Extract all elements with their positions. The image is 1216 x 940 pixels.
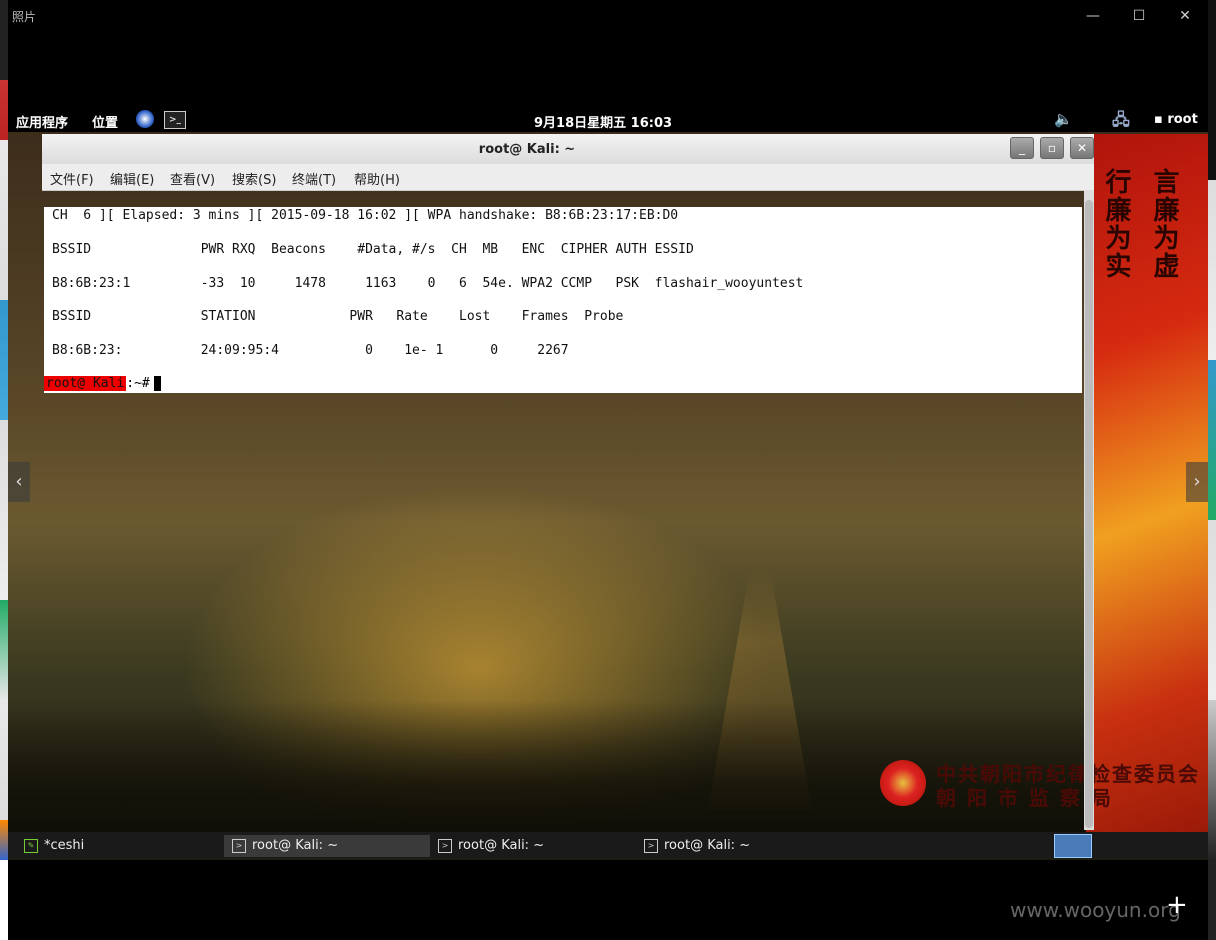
host-desktop-right-edge	[1208, 0, 1216, 940]
task-ceshi[interactable]: ✎ *ceshi	[16, 835, 234, 857]
user-menu[interactable]: ▪ root	[1154, 112, 1198, 127]
user-name: root	[1167, 112, 1198, 127]
leaf-icon: ✎	[24, 839, 38, 853]
ap-table-row: B8:6B:23:1 -33 10 1478 1163 0 6 54e. WPA…	[52, 276, 804, 291]
volume-muted-icon[interactable]: 🔈	[1054, 110, 1073, 128]
menu-search[interactable]: 搜索(S)	[232, 169, 276, 188]
shell-prompt[interactable]: root@ Kali:~#	[44, 376, 161, 394]
terminal-minimize-button[interactable]: _	[1010, 137, 1034, 159]
task-terminal-2[interactable]: > root@ Kali: ~	[430, 835, 636, 857]
task-label: root@ Kali: ~	[458, 838, 545, 853]
task-label: *ceshi	[44, 838, 85, 853]
banner-slogan-left: 行廉为实	[1101, 168, 1131, 280]
prompt-path: :~#	[126, 376, 150, 391]
terminal-output[interactable]: CH 6 ][ Elapsed: 3 mins ][ 2015-09-18 16…	[44, 207, 1082, 393]
next-photo-button[interactable]: ›	[1186, 462, 1208, 502]
close-button[interactable]: ✕	[1162, 2, 1208, 30]
terminal-icon: >	[232, 839, 246, 853]
previous-photo-button[interactable]: ‹	[8, 462, 30, 502]
site-watermark: www.wooyun.org	[1010, 898, 1181, 922]
browser-icon[interactable]	[136, 110, 154, 128]
airodump-status-line: CH 6 ][ Elapsed: 3 mins ][ 2015-09-18 16…	[52, 208, 679, 223]
clock[interactable]: 9月18日星期五 16:03	[534, 112, 672, 131]
menu-terminal[interactable]: 终端(T)	[292, 169, 336, 188]
menu-file[interactable]: 文件(F)	[50, 169, 94, 188]
chat-icon: ▪	[1154, 112, 1168, 127]
photo-viewer-title: 照片	[12, 10, 37, 24]
station-table-header: BSSID STATION PWR Rate Lost Frames Probe	[52, 309, 624, 324]
photo-viewer-titlebar	[8, 0, 1208, 32]
minimize-button[interactable]: —	[1070, 2, 1116, 30]
terminal-icon: >	[644, 839, 658, 853]
menu-view[interactable]: 查看(V)	[170, 169, 215, 188]
network-icon[interactable]: 🖧	[1112, 109, 1130, 136]
task-label: root@ Kali: ~	[252, 838, 339, 853]
terminal-menubar: 文件(F) 编辑(E) 查看(V) 搜索(S) 终端(T) 帮助(H)	[42, 164, 1094, 191]
workspace-switcher[interactable]	[1054, 834, 1092, 858]
terminal-icon: >	[438, 839, 452, 853]
terminal-close-button[interactable]: ✕	[1070, 137, 1094, 159]
task-label: root@ Kali: ~	[664, 838, 751, 853]
text-cursor	[153, 376, 161, 391]
plus-icon[interactable]: +	[1166, 890, 1188, 920]
kali-top-panel: 应用程序 位置 >_ 9月18日星期五 16:03 🔈 🖧 ▪ root	[8, 108, 1208, 132]
terminal-titlebar[interactable]: root@ Kali: ~ _ ▫ ✕	[42, 134, 1094, 165]
terminal-maximize-button[interactable]: ▫	[1040, 137, 1064, 159]
maximize-button[interactable]: ☐	[1116, 2, 1162, 30]
menu-help[interactable]: 帮助(H)	[354, 169, 400, 188]
applications-menu[interactable]: 应用程序	[16, 112, 68, 131]
places-menu[interactable]: 位置	[92, 112, 118, 131]
terminal-title: root@ Kali: ~	[478, 142, 576, 157]
prompt-user: root@ Kali	[44, 376, 127, 391]
terminal-launcher-icon[interactable]: >_	[164, 111, 186, 129]
station-table-row: B8:6B:23: 24:09:95:4 0 1e- 1 0 2267	[52, 343, 569, 358]
menu-edit[interactable]: 编辑(E)	[110, 169, 154, 188]
host-desktop-left-edge	[0, 0, 8, 940]
task-terminal-1[interactable]: > root@ Kali: ~	[224, 835, 430, 857]
banner-slogan-right: 言廉为虚	[1149, 168, 1179, 280]
ap-table-header: BSSID PWR RXQ Beacons #Data, #/s CH MB E…	[52, 242, 694, 257]
task-terminal-3[interactable]: > root@ Kali: ~	[636, 835, 842, 857]
terminal-scroll-thumb[interactable]	[1085, 200, 1093, 828]
